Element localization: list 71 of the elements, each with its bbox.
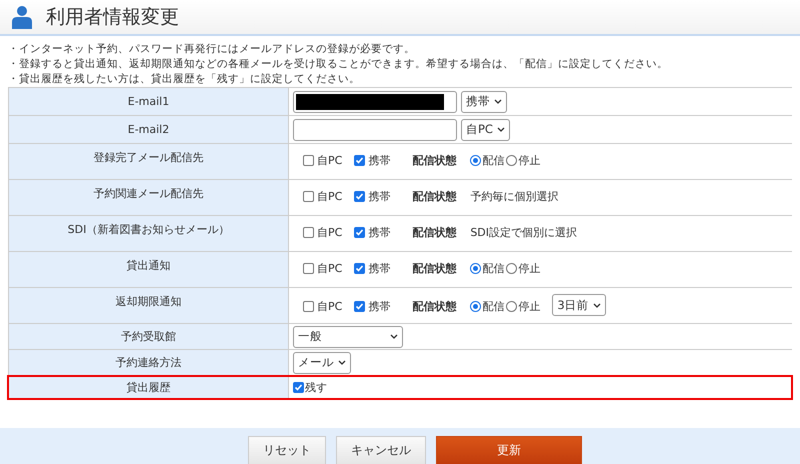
radio-label: 配信 [482, 299, 504, 314]
field-label: 予約連絡方法 [8, 350, 289, 375]
checkbox-label: 自PC [317, 299, 342, 314]
checkbox[interactable] [354, 301, 366, 312]
field-label: 予約受取館 [8, 324, 289, 349]
note-text: ・登録すると貸出通知、返却期限通知などの各種メールを受け取ることができます。希望する場合は、「配信」に設定してください。 [8, 57, 669, 72]
email-field[interactable] [293, 90, 457, 112]
status-label: 配信状態 [412, 225, 456, 240]
checkbox-label: 残す [305, 380, 327, 394]
update-button[interactable]: 更新 [436, 436, 582, 464]
checkbox-label: 自PC [317, 261, 342, 276]
checkbox[interactable] [303, 263, 314, 274]
checkbox[interactable] [303, 301, 314, 312]
chevron-icon [496, 127, 505, 132]
chevron-icon [494, 99, 502, 104]
field-label: SDI（新着図書お知らせメール） [8, 216, 289, 251]
note-text: ・貸出履歴を残したい方は、貸出履歴を「残す」に設定してください。 [8, 72, 361, 87]
dropdown[interactable]: 自PC [461, 118, 510, 140]
field-label: 返却期限通知 [8, 288, 289, 323]
radio-button[interactable] [506, 263, 518, 274]
dropdown[interactable]: 3日前 [552, 294, 606, 316]
page-title: 利用者情報変更 [46, 5, 179, 30]
chevron-icon [338, 360, 346, 365]
checkbox[interactable] [293, 382, 304, 392]
email-field[interactable] [293, 118, 457, 140]
status-text: SDI設定で個別に選択 [470, 225, 578, 240]
dropdown[interactable]: 携帯 [461, 90, 507, 112]
status-label: 配信状態 [412, 261, 456, 276]
checkbox[interactable] [354, 155, 366, 166]
status-text: 予約毎に個別選択 [470, 189, 558, 204]
field-label: 貸出履歴 [8, 376, 289, 398]
radio-button[interactable] [506, 155, 518, 166]
field-label: 予約関連メール配信先 [8, 180, 289, 215]
dropdown[interactable]: メール [293, 352, 351, 374]
radio-button[interactable] [470, 155, 482, 166]
radio-button[interactable] [470, 263, 482, 274]
radio-label: 停止 [518, 299, 540, 314]
checkbox-label: 携帯 [368, 153, 390, 168]
chevron-icon [592, 302, 601, 308]
dropdown[interactable]: 一般 [293, 326, 403, 348]
user-icon [12, 5, 32, 29]
status-label: 配信状態 [412, 299, 456, 314]
note-text: ・インターネット予約、パスワード再発行にはメールアドレスの登録が必要です。 [8, 42, 416, 57]
checkbox-label: 携帯 [368, 299, 390, 314]
checkbox-label: 自PC [317, 189, 342, 204]
status-label: 配信状態 [412, 153, 456, 168]
status-label: 配信状態 [412, 189, 456, 204]
checkbox-label: 携帯 [368, 189, 390, 204]
radio-button[interactable] [506, 301, 518, 312]
checkbox-label: 携帯 [368, 225, 390, 240]
checkbox[interactable] [303, 155, 314, 166]
checkbox-label: 自PC [317, 225, 342, 240]
field-label: E-mail2 [8, 116, 289, 143]
radio-label: 停止 [518, 261, 540, 276]
checkbox-label: 携帯 [368, 261, 390, 276]
form-button[interactable]: リセット [248, 436, 326, 464]
radio-label: 配信 [482, 261, 504, 276]
radio-label: 配信 [482, 153, 504, 168]
checkbox[interactable] [303, 191, 314, 202]
chevron-icon [390, 334, 398, 339]
field-label: E-mail1 [8, 88, 289, 115]
radio-button[interactable] [470, 301, 482, 312]
checkbox-label: 自PC [317, 153, 342, 168]
field-label: 登録完了メール配信先 [8, 144, 289, 179]
checkbox[interactable] [354, 227, 366, 238]
checkbox[interactable] [354, 263, 366, 274]
checkbox[interactable] [303, 227, 314, 238]
radio-label: 停止 [518, 153, 540, 168]
field-label: 貸出通知 [8, 252, 289, 287]
form-button[interactable]: キャンセル [336, 436, 426, 464]
checkbox[interactable] [354, 191, 366, 202]
